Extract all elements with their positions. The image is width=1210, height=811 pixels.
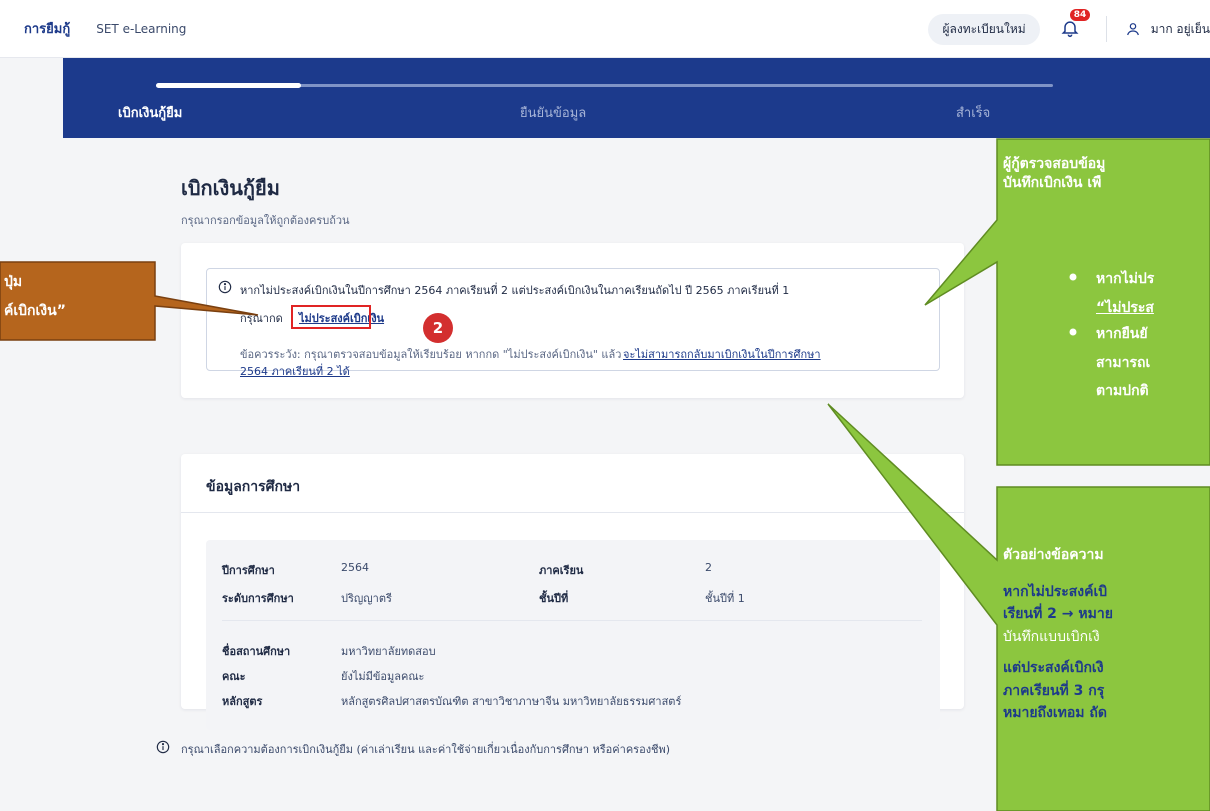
academic-year-label: ปีการศึกษา: [222, 564, 275, 577]
nav-link-set-elearning[interactable]: SET e-Learning: [96, 22, 186, 36]
right-top-bullet-2b: สามารถเ: [1096, 355, 1151, 371]
topbar-divider: [1105, 16, 1107, 42]
info-icon: [218, 280, 232, 294]
right-top-bullet-2c: ตามปกติ: [1096, 383, 1149, 399]
page-title: เบิกเงินกู้ยืม: [181, 176, 280, 200]
stepper-progress: [156, 83, 301, 88]
new-registrant-button[interactable]: ผู้ลงทะเบียนใหม่: [928, 13, 1040, 45]
academic-year-value: 2564: [341, 561, 369, 574]
right-bottom-callout-line-5: แต่ประสงค์เบิกเงิ: [1003, 660, 1104, 676]
institution-value: มหาวิทยาลัยทดสอบ: [341, 645, 436, 658]
user-menu[interactable]: มาก อยู่เย็น: [1125, 20, 1210, 39]
bullet-dot: [1069, 328, 1077, 336]
right-top-bullet-1a: หากไม่ปร: [1096, 271, 1155, 287]
warning-text: ข้อควรระวัง: กรุณาตรวจสอบข้อมูลให้เรียบร…: [240, 348, 622, 361]
right-bottom-callout-line-4: บันทึกแบบเบิกเงิ: [1003, 629, 1100, 645]
step-confirm-data: ยืนยันข้อมูล: [520, 106, 587, 121]
step-withdraw-loan: เบิกเงินกู้ยืม: [118, 106, 183, 121]
year-level-value: ชั้นปีที่ 1: [705, 592, 745, 605]
right-bottom-callout-line-7: หมายถึงเทอม ถัด: [1003, 705, 1107, 721]
left-callout-line-1: ปุ่ม: [4, 274, 23, 290]
notice-line-1: หากไม่ประสงค์เบิกเงินในปีการศึกษา 2564 ภ…: [240, 284, 790, 297]
warning-link-part-1: จะไม่สามารถกลับมาเบิกเงินในปีการศึกษา: [623, 348, 821, 361]
step-success: สำเร็จ: [956, 106, 991, 121]
right-bottom-callout-line-6: ภาคเรียนที่ 3 กรุ: [1003, 683, 1105, 699]
right-top-bullet-1b: “ไม่ประส: [1096, 300, 1154, 316]
top-navigation-bar: การยืมกู้ SET e-Learning ผู้ลงทะเบียนใหม…: [0, 0, 1210, 58]
warning-link-part-2: 2564 ภาคเรียนที่ 2 ได้: [240, 365, 350, 378]
faculty-value: ยังไม่มีข้อมูลคณะ: [341, 670, 425, 683]
footer-info-icon: [156, 740, 170, 754]
program-label: หลักสูตร: [222, 695, 263, 708]
bell-icon: [1061, 21, 1079, 38]
topbar-actions: ผู้ลงทะเบียนใหม่ 84 มาก อยู่เย็น: [928, 0, 1210, 58]
faculty-label: คณะ: [222, 670, 246, 683]
page-subtitle: กรุณากรอกข้อมูลให้ถูกต้องครบถ้วน: [181, 214, 350, 227]
right-bottom-callout-line-1: ตัวอย่างข้อความ: [1003, 547, 1104, 563]
progress-stepper: เบิกเงินกู้ยืม ยืนยันข้อมูล สำเร็จ: [63, 58, 1210, 138]
right-bottom-callout-line-3: เรียนที่ 2 → หมาย: [1003, 606, 1113, 622]
right-bottom-callout-line-2: หากไม่ประสงค์เบิ: [1003, 584, 1108, 600]
user-icon: [1126, 23, 1139, 36]
program-value: หลักสูตรศิลปศาสตรบัณฑิต สาขาวิชาภาษาจีน …: [341, 695, 682, 708]
bullet-dot: [1069, 273, 1077, 281]
year-level-label: ชั้นปีที่: [539, 592, 569, 605]
semester-value: 2: [705, 561, 712, 574]
details-divider: [222, 620, 922, 621]
decline-link-highlight: [291, 305, 371, 329]
institution-label: ชื่อสถานศึกษา: [222, 645, 291, 658]
right-top-callout-line-2: บันทึกเบิกเงิน เพื: [1003, 175, 1102, 191]
notification-bell[interactable]: 84: [1060, 9, 1091, 40]
user-name: มาก อยู่เย็น: [1150, 21, 1210, 36]
education-section-title: ข้อมูลการศึกษา: [206, 479, 301, 495]
right-top-bullet-2a: หากยืนยั: [1096, 326, 1148, 342]
left-callout-line-2: ค์เบิกเงิน”: [4, 303, 66, 319]
footer-note: กรุณาเลือกความต้องการเบิกเงินกู้ยืม (ค่า…: [181, 743, 671, 756]
semester-label: ภาคเรียน: [539, 564, 584, 577]
education-level-label: ระดับการศึกษา: [222, 592, 294, 605]
brand-link[interactable]: การยืมกู้: [24, 18, 70, 39]
education-level-value: ปริญญาตรี: [341, 592, 392, 605]
notification-count-badge: 84: [1069, 9, 1091, 21]
step-number-badge: 2: [423, 313, 453, 343]
notice-press-prefix: กรุณากด: [240, 312, 283, 325]
education-card-divider: [181, 512, 964, 513]
